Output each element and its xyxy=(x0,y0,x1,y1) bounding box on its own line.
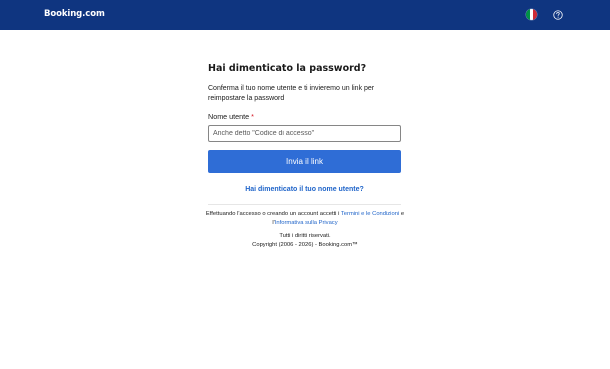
privacy-link[interactable]: Informativa sulla Privacy xyxy=(275,220,338,226)
terms-prefix: Effettuando l'accesso o creando un accou… xyxy=(205,211,340,217)
copyright-block: Tutti i diritti riservati. Copyright (20… xyxy=(205,232,405,250)
question-circle-icon[interactable] xyxy=(553,10,563,20)
required-marker: * xyxy=(251,112,254,121)
form-description: Conferma il tuo nome utente e ti inviere… xyxy=(208,85,375,102)
terms-link[interactable]: Termini e le Condizioni xyxy=(341,211,399,217)
booking-logo[interactable]: Booking.com xyxy=(44,9,105,19)
forgot-password-form: Hai dimenticato la password? Conferma il… xyxy=(208,62,401,205)
page-title: Hai dimenticato la password? xyxy=(208,63,367,74)
top-header: Booking.com xyxy=(0,0,610,30)
terms-notice: Effettuando l'accesso o creando un accou… xyxy=(205,210,405,228)
flag-stripe-red xyxy=(533,9,537,20)
username-input[interactable] xyxy=(208,125,401,142)
username-label-text: Nome utente xyxy=(208,112,250,121)
copyright-text: Copyright (2006 - 2026) - Booking.com™ xyxy=(252,242,358,248)
rights-text: Tutti i diritti riservati. xyxy=(279,233,331,239)
username-label: Nome utente * xyxy=(208,112,401,122)
send-link-button[interactable]: Invia il link xyxy=(208,150,401,173)
forgot-username-link[interactable]: Hai dimenticato il tuo nome utente? xyxy=(208,185,401,195)
italy-flag-icon[interactable] xyxy=(526,9,537,20)
divider xyxy=(208,204,401,205)
